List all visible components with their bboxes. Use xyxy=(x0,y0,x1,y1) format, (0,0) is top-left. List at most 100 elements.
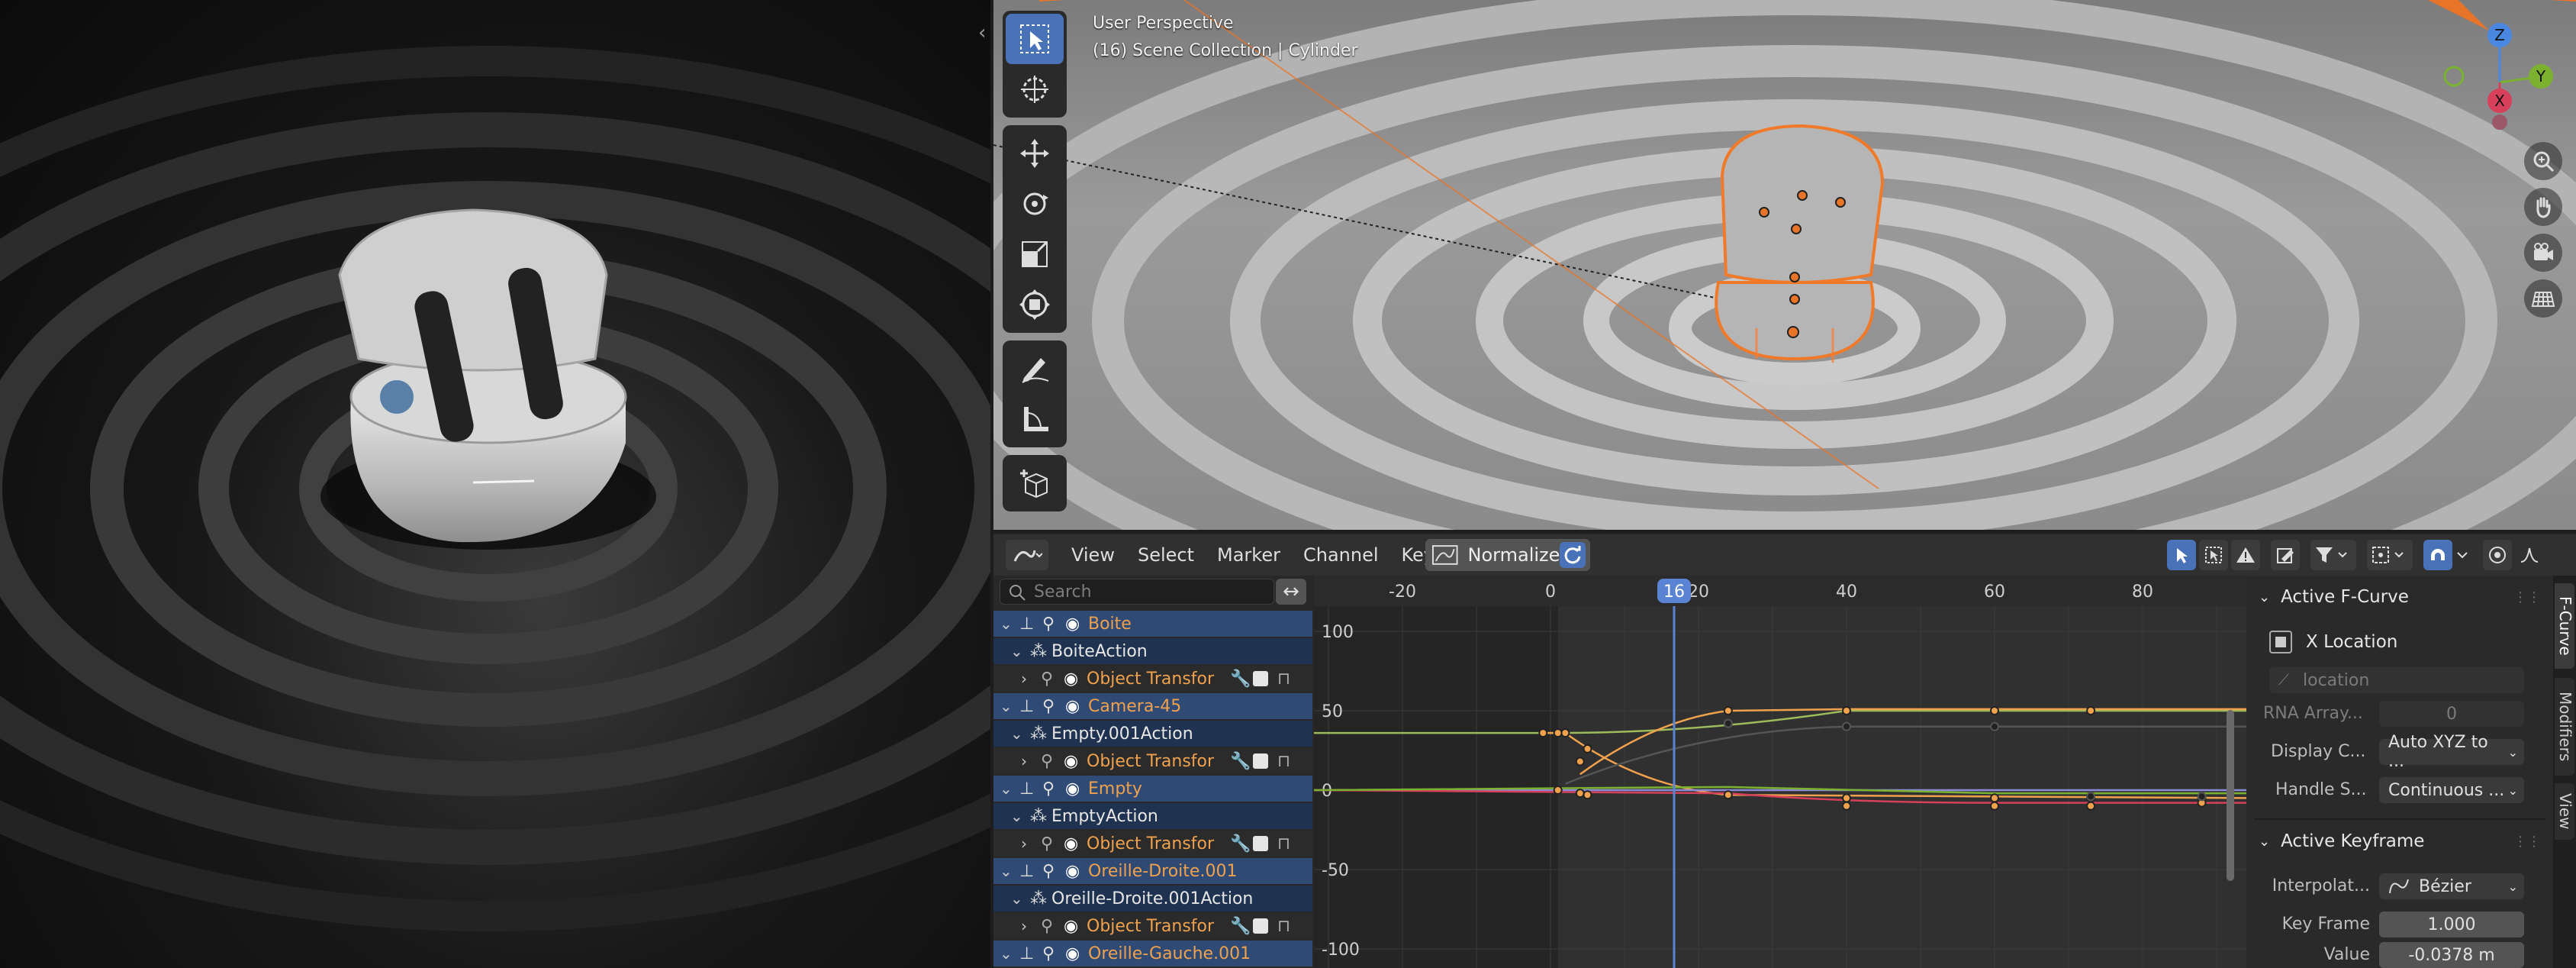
wrench-icon[interactable]: 🔧 xyxy=(1230,752,1251,771)
hand-pan-icon[interactable] xyxy=(2524,188,2562,226)
expand-arrow-icon[interactable]: › xyxy=(1021,670,1027,688)
keyframe-point[interactable] xyxy=(1842,793,1851,803)
keyframe-point[interactable] xyxy=(1842,721,1851,731)
eye-icon[interactable]: ◉ xyxy=(1065,862,1080,881)
keyframe-point[interactable] xyxy=(1990,801,1999,811)
keyframe-point[interactable] xyxy=(1553,786,1563,795)
move-icon[interactable] xyxy=(1006,128,1064,179)
tab-fcurve[interactable]: F-Curve xyxy=(2555,583,2574,669)
lock-icon[interactable]: ⊓ xyxy=(1277,670,1290,689)
tab-modifiers[interactable]: Modifiers xyxy=(2555,678,2574,776)
expand-arrow-icon[interactable]: ⌄ xyxy=(1010,889,1023,908)
filter-icon[interactable] xyxy=(2310,540,2356,570)
keyframe-point[interactable] xyxy=(1538,728,1548,738)
keyframe-point[interactable] xyxy=(1560,728,1570,738)
refresh-icon[interactable] xyxy=(1560,542,1586,568)
transform-icon[interactable] xyxy=(1006,279,1064,330)
pin-icon[interactable]: ⚲ xyxy=(1041,917,1053,936)
keyframe-point[interactable] xyxy=(1990,793,1999,803)
lock-icon[interactable]: ⊓ xyxy=(1277,752,1290,771)
channel-row[interactable]: › ⚲ ◉ Object Transfor 🔧 ⊓ xyxy=(993,913,1312,939)
annotate-icon[interactable] xyxy=(1006,344,1064,394)
snap-dropdown-icon[interactable] xyxy=(2452,540,2472,570)
drag-handle-icon[interactable]: ⋮⋮ xyxy=(2513,834,2541,850)
display-color-dropdown[interactable]: Auto XYZ to ... ⌄ xyxy=(2379,733,2524,771)
eye-icon[interactable]: ◉ xyxy=(1064,752,1078,771)
fcurve-graph[interactable]: -20 0 20 40 60 80 100 50 0 -50 -100 16 xyxy=(1314,576,2246,968)
measure-icon[interactable] xyxy=(1006,394,1064,444)
eye-icon[interactable]: ◉ xyxy=(1064,917,1078,936)
menu-view[interactable]: View xyxy=(1071,544,1115,566)
channel-row[interactable]: ⌄ ⁂ Oreille-Droite.001Action xyxy=(993,886,1312,912)
expand-arrow-icon[interactable]: ⌄ xyxy=(1010,724,1023,743)
keyframe-point[interactable] xyxy=(1723,706,1733,715)
eye-icon[interactable]: ◉ xyxy=(1064,670,1078,689)
channel-row[interactable]: ⌄ ⊥ ⚲ ◉ Oreille-Droite.001 xyxy=(993,858,1312,884)
eye-icon[interactable]: ◉ xyxy=(1064,834,1078,853)
add-cube-icon[interactable] xyxy=(1006,458,1064,508)
scale-icon[interactable] xyxy=(1006,229,1064,279)
grid-icon[interactable] xyxy=(2524,279,2562,318)
keyframe-point[interactable] xyxy=(2086,801,2096,811)
cursor-icon[interactable] xyxy=(1006,64,1064,115)
channel-row[interactable]: ⌄ ⁂ Empty.001Action xyxy=(993,721,1312,747)
eye-icon[interactable]: ◉ xyxy=(1065,615,1080,634)
select-box-icon[interactable] xyxy=(1006,14,1064,64)
channel-row[interactable]: ⌄ ⊥ ⚲ ◉ Boite xyxy=(993,611,1312,637)
expand-arrow-icon[interactable]: ⌄ xyxy=(1010,807,1023,825)
keyframe-point[interactable] xyxy=(1842,706,1851,715)
pin-icon[interactable]: ⚲ xyxy=(1041,670,1053,689)
keyframe-point[interactable] xyxy=(1723,718,1733,728)
key-frame-field[interactable]: 1.000 xyxy=(2379,912,2524,937)
keyframe-point[interactable] xyxy=(1575,789,1585,799)
mute-checkbox[interactable] xyxy=(1253,671,1268,686)
keyframe-point[interactable] xyxy=(1583,790,1592,800)
menu-marker[interactable]: Marker xyxy=(1217,544,1280,566)
expand-arrow-icon[interactable]: ⌄ xyxy=(1010,642,1023,660)
pin-icon[interactable]: ⚲ xyxy=(1042,615,1055,634)
channel-row[interactable]: ⌄ ⊥ ⚲ ◉ Camera-45 xyxy=(993,693,1312,719)
fcurve-canvas[interactable]: -20 0 20 40 60 80 100 50 0 -50 -100 16 xyxy=(1314,576,2246,968)
expand-arrow-icon[interactable]: ⌄ xyxy=(1000,697,1013,715)
pin-icon[interactable]: ⚲ xyxy=(1042,779,1055,799)
mute-checkbox[interactable] xyxy=(1253,836,1268,851)
3d-viewport[interactable]: User Perspective (16) Scene Collection |… xyxy=(993,0,2576,530)
only-selected-icon[interactable] xyxy=(2167,540,2196,570)
mute-checkbox[interactable] xyxy=(1253,918,1268,934)
create-ghost-curves-icon[interactable] xyxy=(2271,540,2300,570)
graph-scrollbar[interactable] xyxy=(2227,710,2234,881)
proportional-editing-icon[interactable] xyxy=(2483,540,2512,570)
wrench-icon[interactable]: 🔧 xyxy=(1230,917,1251,936)
channel-row[interactable]: › ⚲ ◉ Object Transfor 🔧 ⊓ xyxy=(993,748,1312,774)
channel-row[interactable]: › ⚲ ◉ Object Transfor 🔧 ⊓ xyxy=(993,666,1312,692)
swap-filter-button[interactable]: ↔ xyxy=(1276,579,1306,605)
active-fcurve-panel-header[interactable]: ⌄ Active F-Curve ⋮⋮ xyxy=(2259,580,2541,614)
keyframe-point[interactable] xyxy=(1575,757,1585,766)
lock-icon[interactable]: ⊓ xyxy=(1277,917,1290,936)
pin-icon[interactable]: ⚲ xyxy=(1042,862,1055,881)
wrench-icon[interactable]: 🔧 xyxy=(1230,670,1251,689)
keyframe-point[interactable] xyxy=(1583,744,1592,753)
keyframe-point[interactable] xyxy=(2197,792,2207,802)
editor-type-icon[interactable] xyxy=(1006,540,1048,570)
channel-row[interactable]: ⌄ ⊥ ⚲ ◉ Oreille-Gauche.001 xyxy=(993,941,1312,966)
active-keyframe-panel-header[interactable]: ⌄ Active Keyframe ⋮⋮ xyxy=(2259,824,2541,858)
keyframe-point[interactable] xyxy=(1723,790,1733,800)
value-field[interactable]: -0.0378 m xyxy=(2379,942,2524,968)
expand-arrow-icon[interactable]: › xyxy=(1021,834,1027,853)
expand-arrow-icon[interactable]: ⌄ xyxy=(1000,615,1013,633)
interpolation-dropdown[interactable]: Bézier ⌄ xyxy=(2379,873,2524,899)
keyframe-point[interactable] xyxy=(1990,721,1999,731)
show-hidden-icon[interactable] xyxy=(2199,540,2228,570)
channel-search-input[interactable]: Search xyxy=(1000,579,1274,605)
pin-icon[interactable]: ⚲ xyxy=(1042,944,1055,963)
tab-view[interactable]: View xyxy=(2555,783,2574,840)
keyframe-point[interactable] xyxy=(1842,801,1851,811)
menu-channel[interactable]: Channel xyxy=(1303,544,1379,566)
eye-icon[interactable]: ◉ xyxy=(1065,697,1080,716)
collapse-arrow-icon[interactable]: ‹ xyxy=(978,21,986,44)
mute-checkbox[interactable] xyxy=(1253,753,1268,769)
drag-handle-icon[interactable]: ⋮⋮ xyxy=(2513,589,2541,605)
auto-snap-icon[interactable] xyxy=(2423,540,2452,570)
channel-row[interactable]: ⌄ ⁂ BoiteAction xyxy=(993,638,1312,664)
